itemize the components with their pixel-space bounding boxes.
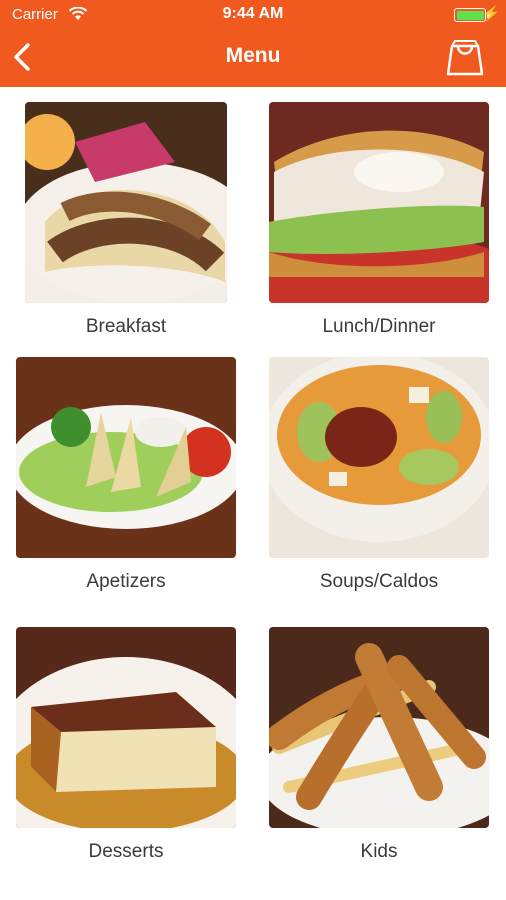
charging-bolt-icon: ⚡ <box>482 5 500 21</box>
category-label[interactable]: Apetizers <box>16 571 236 593</box>
lunch-dinner-photo[interactable] <box>269 102 489 303</box>
menu-screen: Carrier 9:44 AM ⚡ Menu Breakfast Lunch/D… <box>0 0 506 900</box>
category-label[interactable]: Soups/Caldos <box>269 571 489 593</box>
page-title: Menu <box>225 44 281 67</box>
battery-icon <box>454 8 490 22</box>
shopping-bag-icon[interactable] <box>444 36 486 78</box>
category-label[interactable]: Lunch/Dinner <box>269 316 489 338</box>
nav-bar: Menu <box>0 30 506 87</box>
category-label[interactable]: Breakfast <box>16 316 236 338</box>
kids-photo[interactable] <box>269 627 489 828</box>
category-label[interactable]: Kids <box>269 841 489 863</box>
breakfast-photo[interactable] <box>25 102 227 303</box>
soups-caldos-photo[interactable] <box>269 357 489 558</box>
category-label[interactable]: Desserts <box>16 841 236 863</box>
app-header: Carrier 9:44 AM ⚡ Menu <box>0 0 506 87</box>
status-bar: Carrier 9:44 AM ⚡ <box>0 0 506 30</box>
apetizers-photo[interactable] <box>16 357 236 558</box>
status-time: 9:44 AM <box>222 5 284 22</box>
desserts-photo[interactable] <box>16 627 236 828</box>
